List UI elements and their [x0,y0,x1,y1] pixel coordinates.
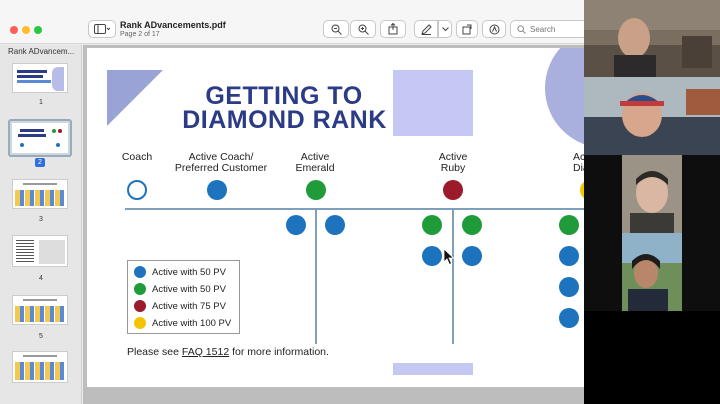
sidebar-toggle-button[interactable] [88,20,116,38]
legend: Active with 50 PV Active with 50 PV Acti… [127,260,240,334]
close-window-button[interactable] [10,26,18,34]
thumbnail-sidebar: Rank ADvancem... 1 2 3 4 5 [0,45,82,404]
tree-node [325,215,345,235]
search-icon [517,24,526,34]
page-thumbnail-5[interactable] [12,295,68,325]
pen-icon [420,23,432,35]
share-icon [388,23,398,35]
rank-label-active-coach: Active Coach/Preferred Customer [174,151,268,174]
legend-item: Active with 75 PV [134,299,226,313]
tree-node [559,246,579,266]
tree-vertical-line-emerald [315,208,317,344]
document-viewer[interactable]: GETTING TO DIAMOND RANK Coach Active Coa… [83,45,584,404]
pdf-page: GETTING TO DIAMOND RANK Coach Active Coa… [87,48,584,387]
page-number-3: 3 [39,216,43,223]
rank-label-active-emerald: Active Emerald [295,151,335,174]
document-title: Rank ADvancements.pdf [120,20,226,30]
markup-menu-button[interactable] [438,20,452,38]
page-thumbnail-4[interactable] [12,235,68,267]
zoom-out-button[interactable] [323,20,349,38]
zoom-out-icon [331,24,342,35]
rank-dot-coach [127,180,147,200]
bottom-bar-decoration [393,363,473,375]
tree-node [559,308,579,328]
search-input[interactable] [530,24,580,34]
participant-video [584,0,720,77]
slide-title-line2: DIAMOND RANK [182,106,387,134]
mouse-cursor-icon [443,248,455,266]
legend-label: Active with 50 PV [152,283,226,295]
preview-window: Rank ADvancements.pdf Page 2 of 17 Rank … [0,0,584,404]
page-thumbnail-1[interactable] [12,63,68,93]
legend-swatch [134,300,146,312]
zoom-in-button[interactable] [350,20,376,38]
rank-dot-active-emerald [306,180,326,200]
page-number-2: 2 [35,158,45,167]
video-tile-participant-2[interactable] [584,77,720,155]
participant-video [584,77,720,155]
tree-node [559,277,579,297]
highlight-button[interactable] [482,20,506,38]
participant-video [584,233,720,311]
highlighter-icon [489,24,499,34]
participant-video [584,155,720,233]
page-thumbnail-3[interactable] [12,179,68,209]
zoom-in-icon [358,24,369,35]
rank-label-active-ruby: Active Ruby [438,151,468,174]
legend-label: Active with 50 PV [152,266,226,278]
tree-node [422,246,442,266]
minimize-window-button[interactable] [22,26,30,34]
legend-swatch [134,283,146,295]
legend-item: Active with 50 PV [134,282,226,296]
page-number-4: 4 [39,275,43,282]
legend-label: Active with 100 PV [152,317,232,329]
markup-button[interactable] [414,20,438,38]
faq-note: Please see FAQ 1512 for more information… [127,346,329,358]
rotate-button[interactable] [456,20,478,38]
tree-node [559,215,579,235]
page-thumbnail-6[interactable] [12,351,68,383]
page-number-1: 1 [39,99,43,106]
rotate-icon [462,24,471,34]
video-tile-participant-3[interactable] [584,155,720,233]
circle-decoration [545,48,584,148]
toolbar: Rank ADvancements.pdf Page 2 of 17 [0,0,584,44]
search-field[interactable] [510,20,584,38]
faq-link[interactable]: FAQ 1512 [182,346,229,358]
sidebar-icon [94,24,110,34]
legend-swatch [134,266,146,278]
sidebar-title: Rank ADvancem... [8,47,75,56]
rank-label-active-diamond: AcDia [573,151,584,174]
maximize-window-button[interactable] [34,26,42,34]
page-indicator: Page 2 of 17 [120,31,160,38]
legend-label: Active with 75 PV [152,300,226,312]
legend-item: Active with 50 PV [134,265,226,279]
video-tile-participant-4[interactable] [584,233,720,311]
video-tile-participant-1[interactable] [584,0,720,77]
tree-node [286,215,306,235]
tree-horizontal-line [125,208,584,210]
chevron-down-icon [441,26,449,31]
legend-item: Active with 100 PV [134,316,231,330]
tree-node [422,215,442,235]
page-number-5: 5 [39,333,43,340]
rank-label-coach: Coach [121,151,153,163]
rank-dot-active-coach [207,180,227,200]
tree-vertical-line-ruby [452,208,454,344]
page-thumbnail-2[interactable] [8,119,72,157]
empty-video-area [584,311,720,404]
rank-dot-active-ruby [443,180,463,200]
tree-node [462,246,482,266]
tree-node [462,215,482,235]
share-button[interactable] [380,20,406,38]
legend-swatch [134,317,146,329]
